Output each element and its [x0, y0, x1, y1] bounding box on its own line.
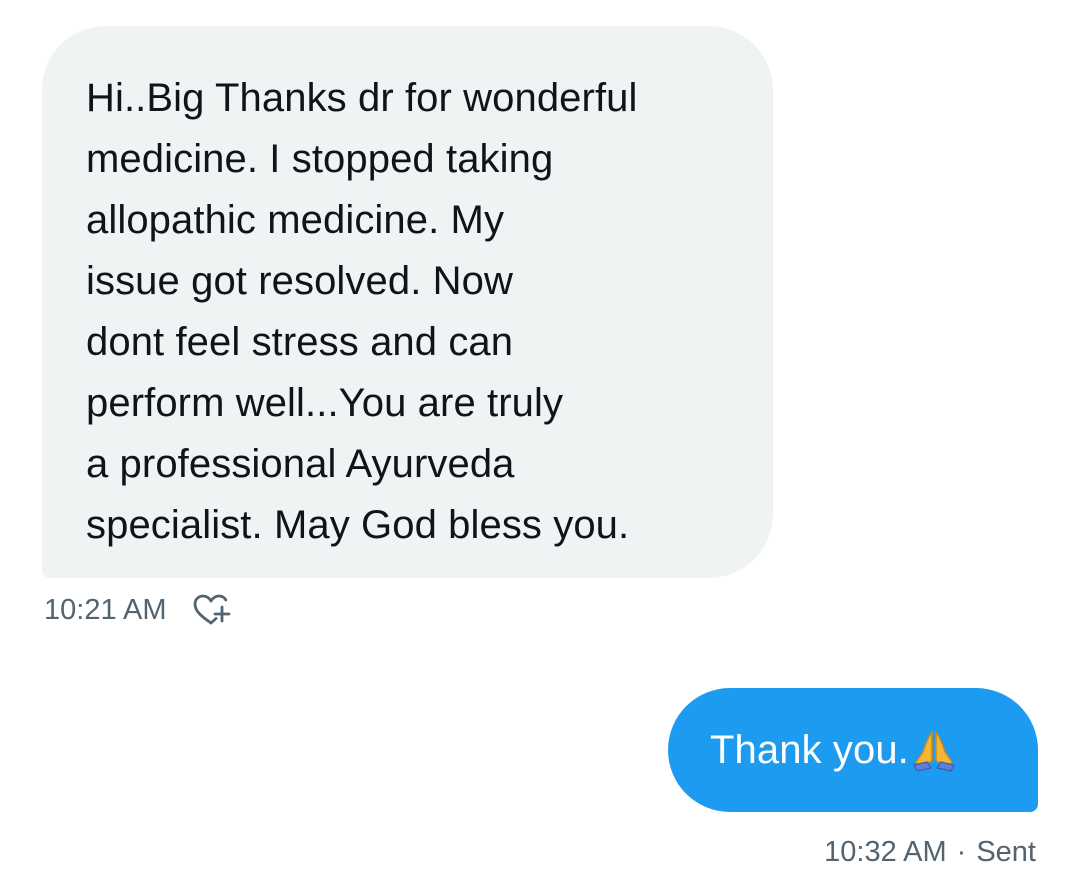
sent-message-bubble[interactable]: Thank you.: [668, 688, 1038, 812]
received-message-time: 10:21 AM: [44, 593, 167, 626]
sent-message-text: Thank you.: [710, 727, 909, 772]
received-message-bubble[interactable]: Hi..Big Thanks dr for wonderful medicine…: [42, 26, 773, 578]
sent-message-meta: 10:32 AM · Sent: [824, 836, 1036, 869]
sent-status: Sent: [976, 836, 1036, 868]
received-message-meta: 10:21 AM: [44, 590, 233, 630]
folded-hands-icon: [913, 731, 955, 772]
received-message-text: Hi..Big Thanks dr for wonderful medicine…: [86, 76, 638, 547]
meta-separator: ·: [956, 836, 967, 868]
heart-plus-icon[interactable]: [189, 590, 233, 630]
sent-message-time: 10:32 AM: [824, 836, 947, 868]
